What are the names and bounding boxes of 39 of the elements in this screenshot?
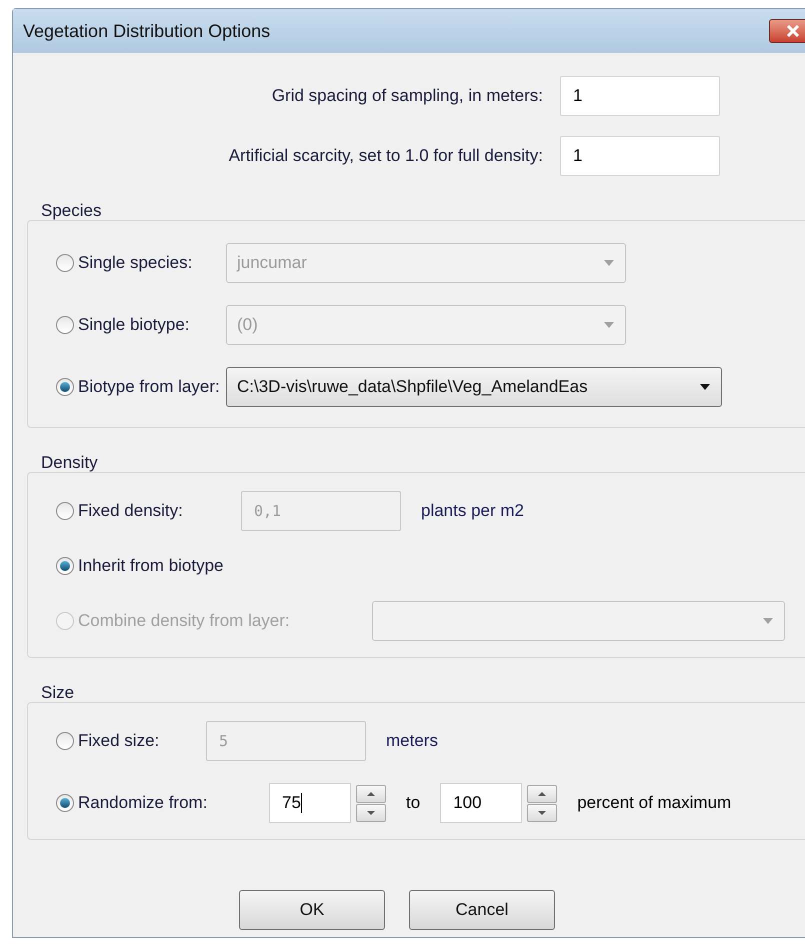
field-label: Grid spacing of sampling, in meters: — [272, 85, 543, 108]
radio-button[interactable] — [56, 316, 74, 334]
radio-button[interactable] — [56, 794, 74, 812]
dialog-button[interactable]: Cancel — [409, 890, 555, 930]
text-field[interactable]: 1 — [560, 136, 720, 176]
group-title: Size — [41, 682, 76, 702]
option-label[interactable]: Fixed size: — [78, 728, 160, 754]
option-label[interactable]: Fixed density: — [78, 498, 183, 524]
option-label[interactable]: Single species: — [78, 250, 192, 276]
unit-label: meters — [386, 730, 438, 752]
option-label[interactable]: Single biotype: — [78, 312, 190, 338]
dropdown-arrow-icon — [603, 259, 615, 267]
radio-button[interactable] — [56, 732, 74, 750]
dialog-button[interactable]: OK — [239, 890, 385, 930]
text-field[interactable]: 1 — [560, 76, 720, 116]
dropdown-arrow-icon — [762, 617, 774, 625]
option-label[interactable]: Randomize from: — [78, 790, 208, 816]
radio-button[interactable] — [56, 557, 74, 575]
radio-button[interactable] — [56, 378, 74, 396]
option-label[interactable]: Inherit from biotype — [78, 553, 224, 579]
number-field[interactable]: 75 — [269, 783, 351, 823]
spin-buttons[interactable] — [527, 784, 558, 822]
radio-button[interactable] — [56, 254, 74, 272]
option-label[interactable]: Biotype from layer: — [78, 374, 220, 400]
unit-label: plants per m2 — [421, 500, 524, 522]
close-icon — [786, 25, 800, 37]
radio-button[interactable] — [56, 502, 74, 520]
close-button[interactable] — [769, 19, 805, 43]
range-joiner: to — [406, 792, 420, 814]
number-field[interactable]: 100 — [440, 783, 522, 823]
dropdown-arrow-icon — [603, 321, 615, 329]
unit-label: percent of maximum — [577, 792, 732, 814]
dropdown[interactable]: C:\3D-vis\ruwe_data\Shpfile\Veg_AmelandEas — [226, 367, 722, 407]
group-title: Species — [41, 200, 102, 220]
spin-buttons[interactable] — [356, 784, 386, 822]
dropdown-arrow-icon — [699, 383, 711, 391]
field-label: Artificial scarcity, set to 1.0 for full density: — [228, 145, 543, 168]
group-title: Density — [41, 452, 99, 472]
window-title: Vegetation Distribution Options — [23, 20, 270, 43]
